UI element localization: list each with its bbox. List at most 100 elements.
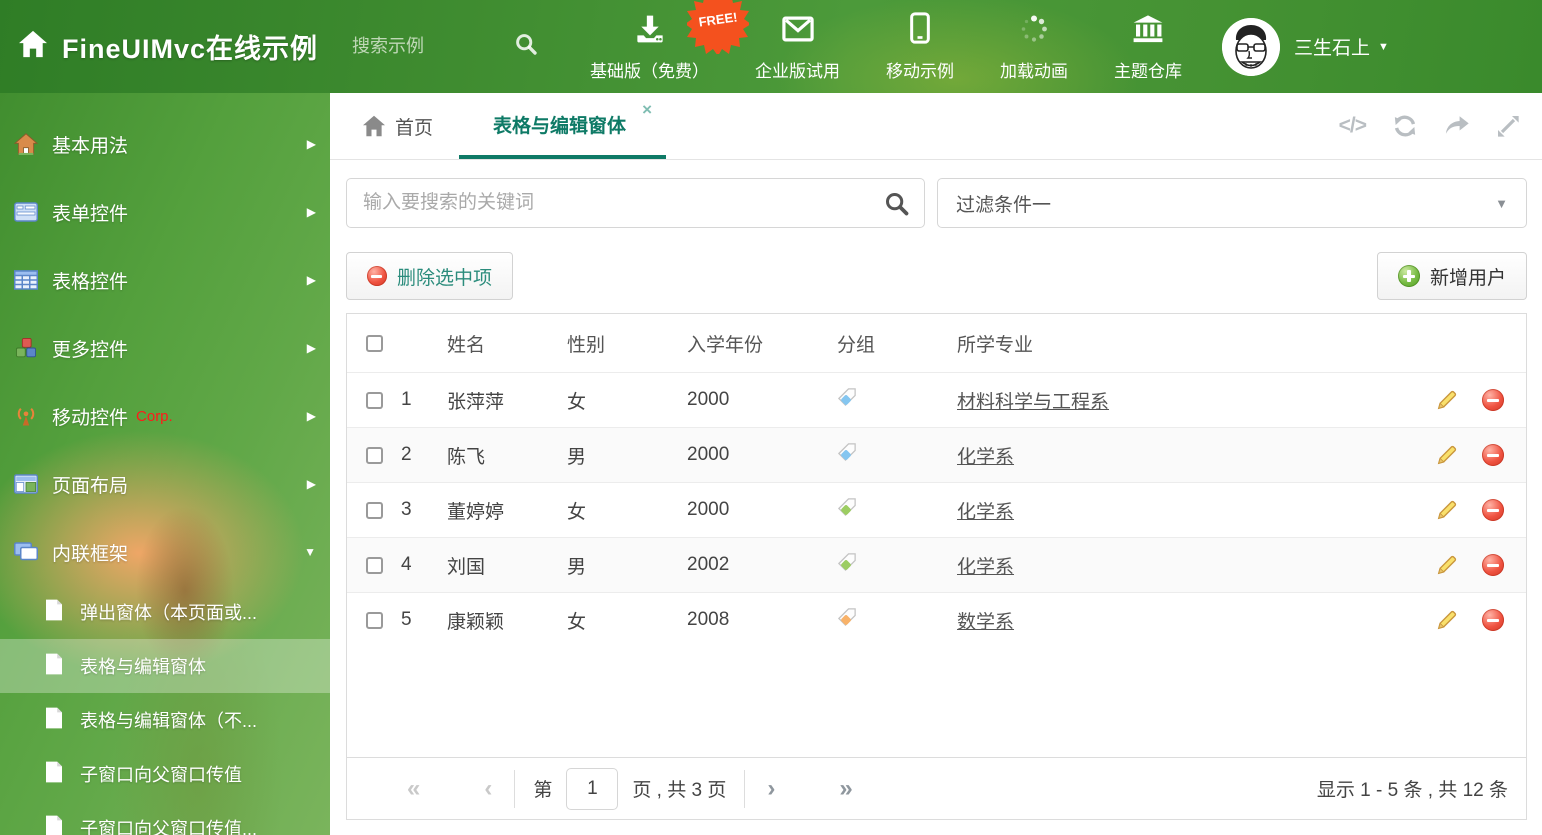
tab-grid-edit-window[interactable]: 表格与编辑窗体 × [459,93,667,159]
cell-year: 2000 [687,389,730,410]
col-year[interactable]: 入学年份 [687,330,837,357]
cell-year: 2000 [687,444,730,465]
select-all-checkbox[interactable] [365,334,383,352]
edit-pencil-icon[interactable] [1436,389,1458,411]
cubes-icon [14,336,38,360]
cell-name: 康颖颖 [447,611,505,633]
row-checkbox[interactable] [365,446,383,464]
table-row[interactable]: 1 张萍萍 女 2000 材料科学与工程系 [347,372,1526,427]
delete-row-icon[interactable] [1482,499,1504,521]
corp-badge: Corp. [136,407,173,425]
col-major[interactable]: 所学专业 [957,330,1397,357]
close-icon[interactable]: × [642,101,652,118]
sidebar-item-grid-controls[interactable]: 表格控件 ▶ [0,253,330,307]
cell-gender: 男 [567,556,587,578]
edit-pencil-icon[interactable] [1436,609,1458,631]
page-label-after: 页 , 共 3 页 [632,780,727,801]
tab-home[interactable]: 首页 [336,93,459,159]
phone-icon [910,11,930,49]
sidebar-item-basic-usage[interactable]: 基本用法 ▶ [0,117,330,171]
first-page-button[interactable]: « [403,775,424,803]
grid-header-row: 姓名 性别 入学年份 分组 所学专业 [347,314,1526,372]
table-row[interactable]: 3 董婷婷 女 2000 化学系 [347,482,1526,537]
users-grid: 姓名 性别 入学年份 分组 所学专业 1 张萍萍 女 2000 材料科学与工程系 [346,313,1527,820]
sidebar-item-inline-frame[interactable]: 内联框架 ▼ [0,525,330,579]
delete-row-icon[interactable] [1482,444,1504,466]
cell-name: 陈飞 [447,446,486,468]
cell-name: 董婷婷 [447,501,505,523]
cell-year: 2002 [687,554,730,575]
row-checkbox[interactable] [365,556,383,574]
major-link[interactable]: 数学系 [957,612,1014,633]
home-icon[interactable] [18,30,48,63]
sidebar-submenu: 弹出窗体（本页面或... 表格与编辑窗体 表格与编辑窗体（不... 子窗口向父窗… [0,585,330,835]
sidebar-subitem-child-to-parent-2[interactable]: 子窗口向父窗口传值... [0,801,330,835]
nav-label: 主题仓库 [1114,61,1183,81]
sidebar-item-mobile-controls[interactable]: 移动控件 Corp. ▶ [0,389,330,443]
sidebar-item-page-layout[interactable]: 页面布局 ▶ [0,457,330,511]
chevron-right-icon: ▶ [306,205,316,219]
file-icon [44,652,64,681]
delete-selected-button[interactable]: 删除选中项 [346,252,514,300]
avatar[interactable] [1222,17,1281,76]
envelope-icon [781,14,814,49]
major-link[interactable]: 化学系 [957,502,1014,523]
share-icon[interactable] [1444,114,1470,138]
sidebar-item-form-controls[interactable]: 表单控件 ▶ [0,185,330,239]
nav-mobile-demo[interactable]: 移动示例 [886,11,954,82]
col-gender[interactable]: 性别 [567,330,687,357]
tag-icon [837,388,857,412]
delete-row-icon[interactable] [1482,554,1504,576]
table-row[interactable]: 2 陈飞 男 2000 化学系 [347,427,1526,482]
row-checkbox[interactable] [365,501,383,519]
next-page-button[interactable]: › [763,775,779,803]
edit-pencil-icon[interactable] [1436,444,1458,466]
filter-dropdown[interactable]: 过滤条件一 ▼ [937,178,1527,228]
table-row[interactable]: 4 刘国 男 2002 化学系 [347,537,1526,592]
file-icon [44,598,64,627]
expand-icon[interactable] [1496,114,1520,138]
nav-enterprise-trial[interactable]: 企业版试用 [755,14,840,82]
pagination-bar: « ‹ 第 页 , 共 3 页 › » 显示 1 - 5 条 , 共 12 条 [347,757,1526,819]
sidebar-subitem-child-to-parent[interactable]: 子窗口向父窗口传值 [0,747,330,801]
col-name[interactable]: 姓名 [447,330,567,357]
header-search-input[interactable] [352,36,503,57]
top-header: FineUIMvc在线示例 FREE! 基础版（免费） 企业版试用 [0,0,1542,93]
search-icon[interactable] [514,32,538,61]
row-checkbox[interactable] [365,391,383,409]
row-number: 5 [401,609,412,630]
row-number: 1 [401,389,412,410]
major-link[interactable]: 化学系 [957,447,1014,468]
layout-icon [14,472,38,496]
source-code-icon[interactable]: </> [1339,114,1367,138]
sidebar-subitem-grid-edit-window-no[interactable]: 表格与编辑窗体（不... [0,693,330,747]
keyword-search-input[interactable] [346,178,925,228]
table-row[interactable]: 5 康颖颖 女 2008 数学系 [347,592,1526,647]
house-icon [14,132,38,156]
major-link[interactable]: 材料科学与工程系 [957,392,1109,413]
major-link[interactable]: 化学系 [957,557,1014,578]
edit-pencil-icon[interactable] [1436,554,1458,576]
user-menu[interactable]: 三生石上 ▼ [1222,17,1389,76]
cell-year: 2008 [687,609,730,630]
sidebar-subitem-grid-edit-window[interactable]: 表格与编辑窗体 [0,639,330,693]
row-number: 3 [401,499,412,520]
refresh-icon[interactable] [1392,114,1418,138]
search-icon[interactable] [884,191,909,221]
nav-theme-store[interactable]: 主题仓库 [1114,14,1182,82]
chevron-right-icon: ▶ [306,137,316,151]
sidebar-subitem-popup-window[interactable]: 弹出窗体（本页面或... [0,585,330,639]
delete-row-icon[interactable] [1482,389,1504,411]
page-number-input[interactable] [566,767,619,810]
sidebar-item-more-controls[interactable]: 更多控件 ▶ [0,321,330,375]
row-number: 2 [401,444,412,465]
add-user-button[interactable]: 新增用户 [1376,252,1527,300]
nav-loading-anim[interactable]: 加载动画 [1000,14,1068,82]
col-group[interactable]: 分组 [837,330,957,357]
row-checkbox[interactable] [365,611,383,629]
prev-page-button[interactable]: ‹ [480,775,496,803]
edit-pencil-icon[interactable] [1436,499,1458,521]
last-page-button[interactable]: » [835,775,856,803]
delete-row-icon[interactable] [1482,609,1504,631]
cell-name: 张萍萍 [447,391,505,413]
